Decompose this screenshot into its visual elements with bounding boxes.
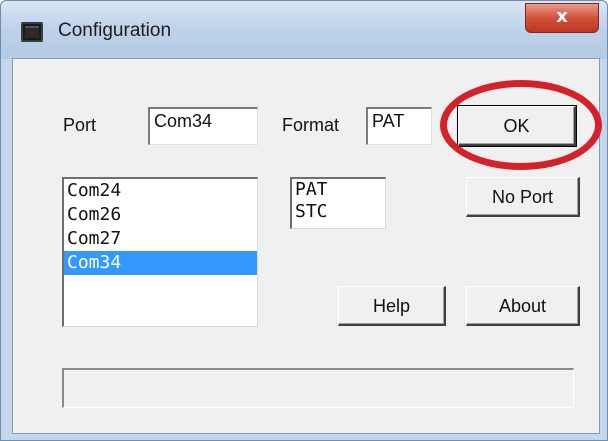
title-bar[interactable]: Configuration x — [1, 1, 607, 59]
help-button[interactable]: Help — [338, 286, 446, 326]
format-listbox[interactable]: PAT STC — [290, 177, 386, 229]
port-input[interactable]: Com34 — [148, 107, 258, 145]
port-list-item[interactable]: Com27 — [64, 227, 257, 251]
format-input[interactable]: PAT — [366, 107, 432, 145]
ok-button[interactable]: OK — [457, 105, 577, 147]
about-button[interactable]: About — [466, 286, 580, 326]
window-title: Configuration — [58, 20, 172, 41]
format-label: Format — [282, 115, 340, 135]
port-list-item[interactable]: Com24 — [64, 179, 257, 203]
port-list-item-selected[interactable]: Com34 — [64, 251, 257, 275]
port-label: Port — [63, 115, 97, 135]
no-port-button[interactable]: No Port — [466, 177, 580, 217]
format-list-item[interactable]: PAT — [292, 179, 385, 201]
close-button[interactable]: x — [525, 3, 599, 33]
status-bar — [62, 368, 574, 408]
port-listbox[interactable]: Com24 Com26 Com27 Com34 — [62, 177, 258, 327]
format-list-item[interactable]: STC — [292, 201, 385, 223]
port-list-item[interactable]: Com26 — [64, 203, 257, 227]
app-icon — [21, 22, 43, 42]
